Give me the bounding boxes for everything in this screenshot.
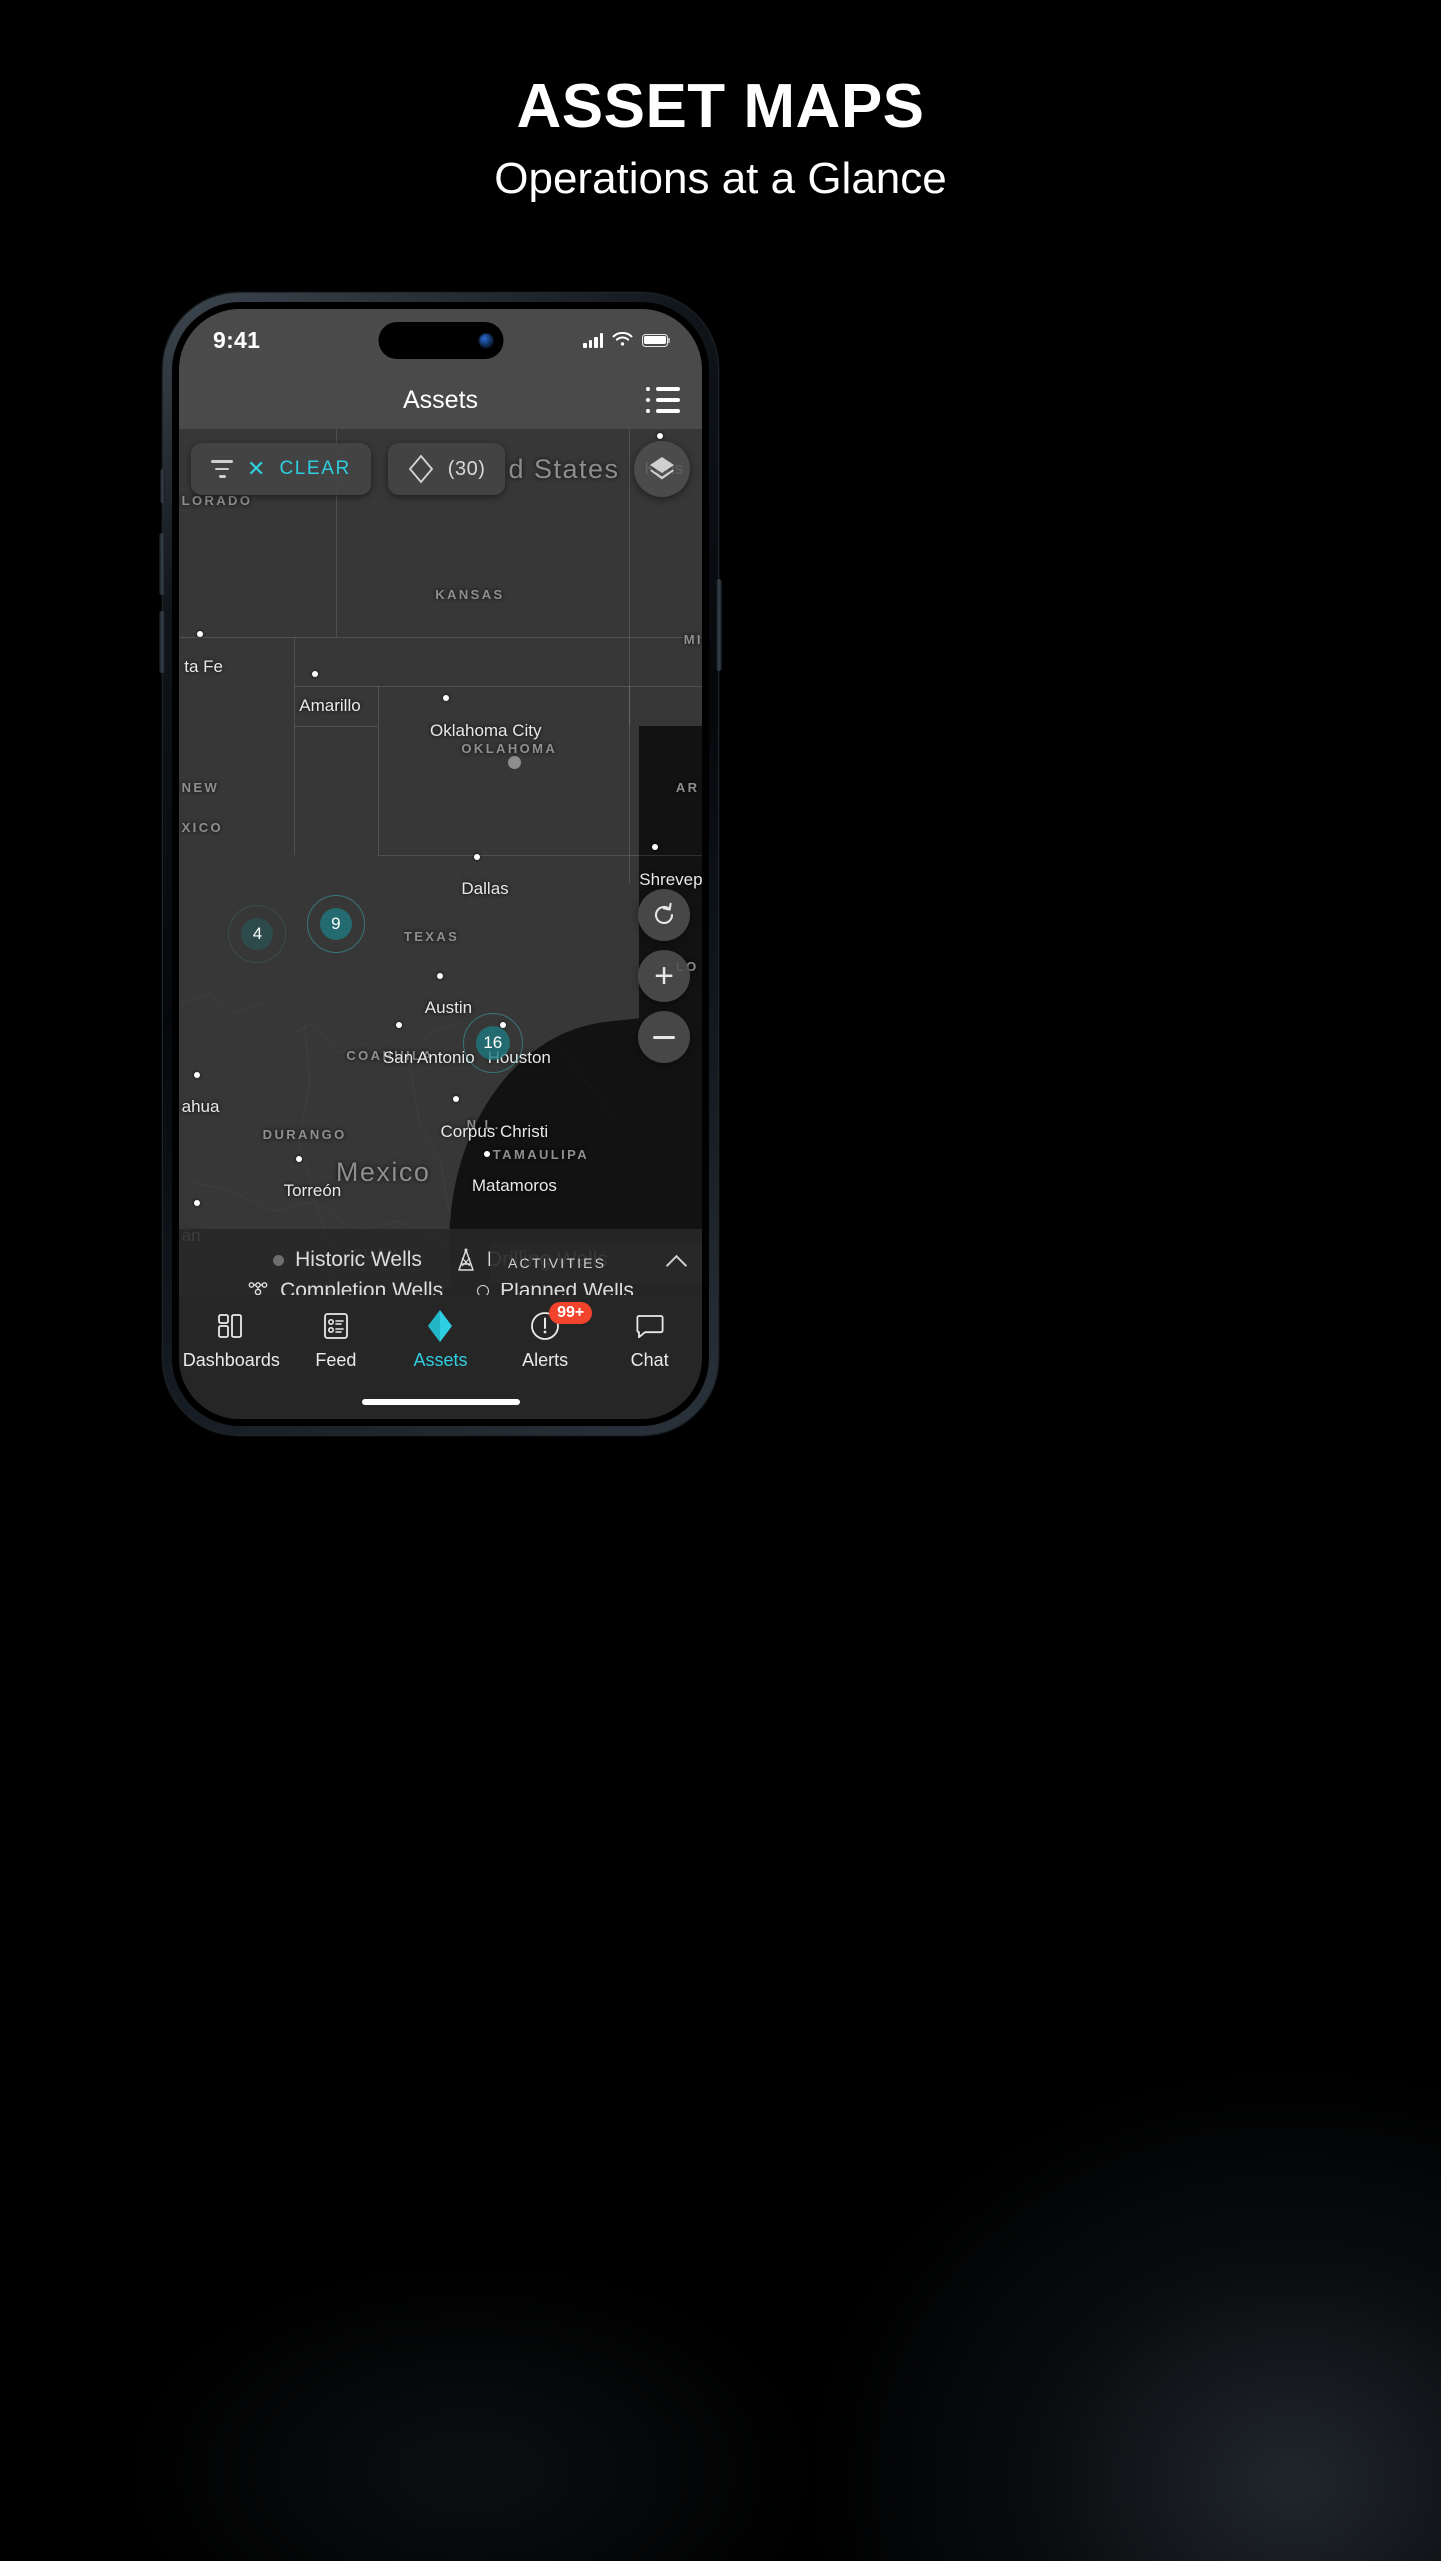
phone-bezel: 9:41 Assets d States Mexico LORADO KANSA… [172, 302, 709, 1426]
nav-bar: Assets [179, 371, 702, 429]
map-city-dot [296, 1155, 303, 1162]
tab-feed[interactable]: Feed [284, 1309, 389, 1371]
legend-label: Historic Wells [295, 1248, 422, 1271]
clear-filter-chip[interactable]: ✕ CLEAR [191, 443, 371, 495]
asset-map[interactable]: d States Mexico LORADO KANSAS MI NEW XICO OKLAH… [179, 429, 702, 1419]
border-line [294, 726, 296, 855]
tab-label: Chat [630, 1350, 669, 1370]
border-line [294, 686, 702, 688]
map-zoom-controls: + [638, 889, 690, 1063]
layers-icon [650, 457, 674, 480]
status-clock: 9:41 [213, 326, 261, 353]
feed-list-icon [322, 1309, 350, 1343]
asset-count-label: (30) [447, 457, 486, 480]
map-city-dot [437, 972, 444, 979]
chat-bubble-icon [635, 1309, 665, 1343]
dashboard-grid-icon [216, 1309, 246, 1343]
map-city-dot [651, 843, 658, 850]
silent-switch[interactable] [160, 469, 165, 503]
tab-label: Alerts [522, 1350, 569, 1370]
volume-down-button[interactable] [159, 611, 165, 673]
ambient-glow [801, 2061, 1441, 2561]
tab-alerts[interactable]: 99+ Alerts [493, 1302, 598, 1371]
asset-diamond-icon [426, 1309, 454, 1343]
border-line [294, 726, 378, 727]
poster-headline: ASSET MAPS Operations at a Glance [0, 74, 1441, 203]
power-button[interactable] [716, 579, 722, 671]
map-city-dot [395, 1022, 402, 1028]
page-title: Assets [402, 385, 479, 414]
activities-panel-toggle[interactable]: ACTIVITIES [490, 1243, 702, 1283]
phone-screen: 9:41 Assets d States Mexico LORADO KANSA… [179, 309, 702, 1419]
tab-dashboards[interactable]: Dashboards [179, 1309, 284, 1371]
ambient-glow-secondary [120, 2261, 820, 2561]
map-layers-button[interactable] [634, 441, 690, 497]
tab-chat[interactable]: Chat [597, 1309, 702, 1371]
battery-icon [642, 333, 671, 347]
filter-icon [211, 460, 233, 478]
alerts-badge: 99+ [549, 1302, 593, 1325]
map-city-dot [311, 670, 318, 677]
poster-subtitle: Operations at a Glance [494, 154, 947, 204]
border-line [179, 636, 702, 638]
signal-bars-icon [583, 332, 603, 348]
asset-diamond-icon [408, 454, 433, 484]
drilling-rig-icon [458, 1248, 474, 1271]
cluster-count: 9 [331, 914, 341, 933]
legend-item-historic-wells[interactable]: Historic Wells [273, 1248, 422, 1272]
list-view-icon[interactable] [646, 387, 680, 413]
plus-icon: + [654, 957, 674, 995]
border-line [377, 686, 379, 855]
poster-title: ASSET MAPS [516, 72, 925, 141]
border-line [628, 429, 630, 726]
tab-assets[interactable]: Assets [388, 1309, 493, 1371]
map-city-dot [473, 853, 480, 860]
status-indicators [583, 332, 671, 348]
tab-label: Feed [315, 1350, 357, 1370]
cluster-count: 4 [252, 923, 263, 943]
historic-well-icon [273, 1254, 285, 1266]
map-cluster-marker[interactable]: 4 [228, 904, 287, 963]
wifi-icon [612, 332, 633, 346]
cluster-count: 16 [483, 1032, 503, 1052]
map-city-dot [442, 695, 449, 702]
asset-count-chip[interactable]: (30) [387, 443, 506, 495]
close-x-icon: ✕ [247, 456, 266, 481]
map-cluster-marker[interactable]: 16 [462, 1012, 523, 1073]
map-zoom-out-button[interactable] [638, 1011, 690, 1063]
tab-label: Assets [413, 1350, 468, 1370]
map-cluster-marker[interactable]: 9 [306, 895, 365, 953]
alert-exclamation-icon: 99+ [529, 1302, 593, 1343]
home-indicator[interactable] [361, 1399, 520, 1405]
map-zoom-in-button[interactable]: + [638, 950, 690, 1002]
volume-up-button[interactable] [159, 533, 165, 595]
tab-label: Dashboards [182, 1350, 280, 1370]
clear-label: CLEAR [279, 458, 351, 479]
rotate-reset-icon [654, 902, 674, 924]
phone-device: 9:41 Assets d States Mexico LORADO KANSA… [159, 293, 722, 1435]
activities-label: ACTIVITIES [508, 1255, 607, 1271]
map-city-dot [657, 432, 664, 439]
dynamic-island [378, 322, 503, 359]
border-line [294, 636, 296, 726]
front-camera-icon [479, 334, 492, 347]
map-filter-toolbar: ✕ CLEAR (30) [191, 443, 506, 495]
poster-stage: ASSET MAPS Operations at a Glance 9:41 A… [0, 0, 1441, 2561]
minus-icon [653, 1035, 675, 1039]
map-city-dot [194, 1071, 201, 1078]
map-city-dot [196, 630, 203, 637]
map-reset-button[interactable] [638, 889, 690, 941]
border-line [377, 854, 702, 856]
chevron-up-icon [665, 1254, 688, 1277]
